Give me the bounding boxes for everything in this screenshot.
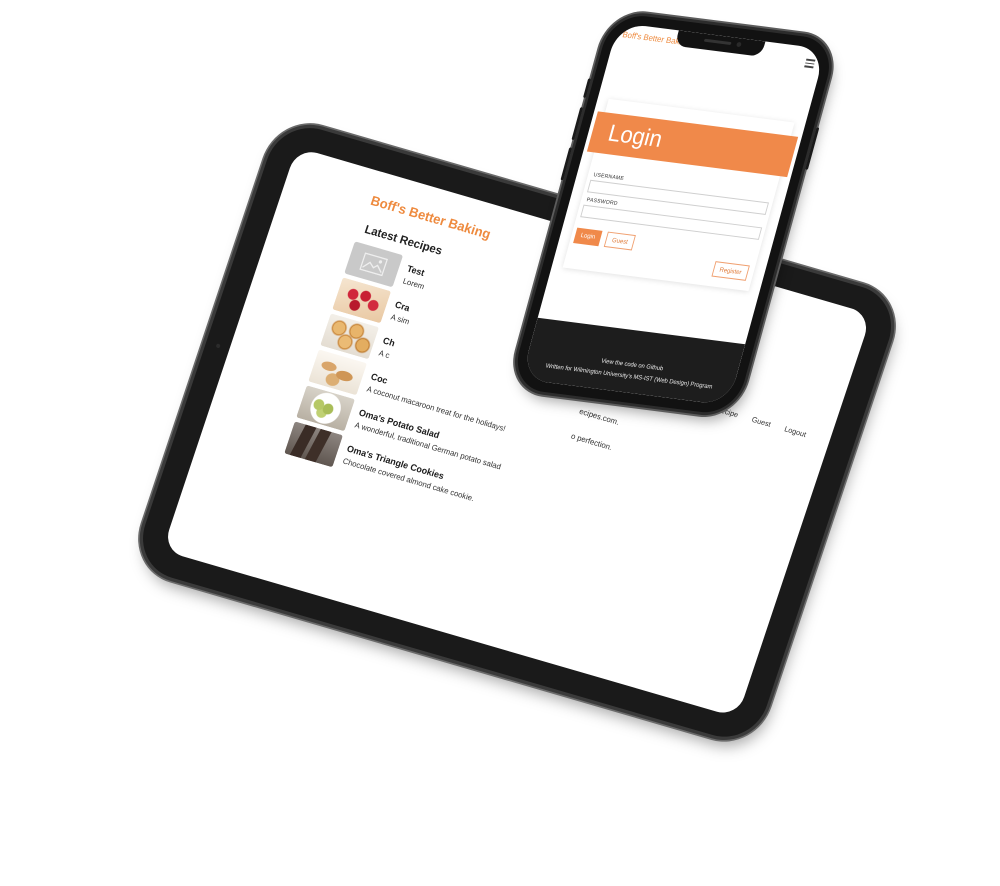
hamburger-menu-icon[interactable]: [804, 58, 816, 70]
phone-camera: [736, 41, 742, 48]
login-card: Login USERNAME PASSWORD Login Guest Regi…: [562, 98, 799, 292]
login-title: Login: [586, 111, 799, 178]
recipe-name[interactable]: Ch: [381, 336, 396, 349]
guest-button[interactable]: Guest: [603, 231, 637, 251]
register-button[interactable]: Register: [711, 261, 750, 281]
recipe-description: Lorem: [401, 276, 426, 292]
recipe-description-overflow: ecipes.com.: [577, 407, 621, 428]
tablet-camera: [215, 343, 221, 349]
recipe-description-overflow: o perfection.: [569, 431, 614, 453]
recipe-name[interactable]: Test: [406, 264, 426, 279]
login-button[interactable]: Login: [573, 227, 603, 247]
phone-mute-switch: [583, 78, 591, 98]
image-placeholder-icon: [359, 252, 389, 277]
recipe-description: A c: [377, 348, 391, 361]
phone-volume-down: [560, 147, 573, 181]
recipe-name[interactable]: Coc: [369, 372, 388, 386]
phone-volume-up: [571, 107, 584, 141]
recipe-description: A sim: [389, 312, 411, 327]
phone-speaker: [703, 38, 732, 45]
site-footer: View the code on Github Written for Wilm…: [520, 317, 746, 406]
phone-power-button: [805, 127, 820, 170]
phone-notch: [674, 30, 766, 57]
device-mockup: Boff's Better Baking Latest Recipes Crea…: [0, 0, 1000, 886]
recipe-name[interactable]: Cra: [394, 300, 411, 314]
